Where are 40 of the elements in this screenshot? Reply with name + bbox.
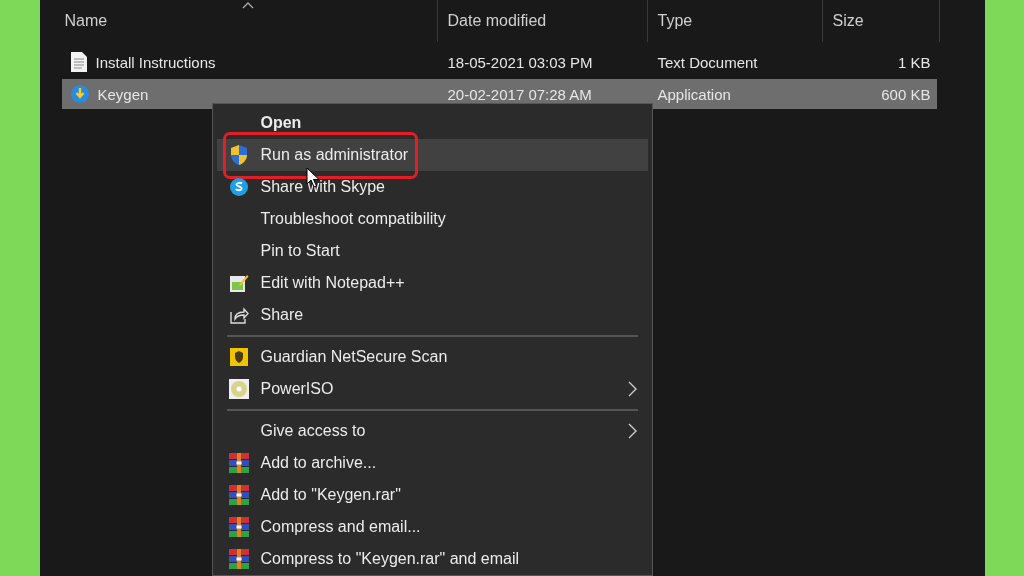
menu-item[interactable]: Give access to	[216, 415, 648, 447]
menu-item[interactable]: Share	[216, 299, 648, 331]
file-size: 600 KB	[881, 85, 931, 103]
document-icon	[69, 51, 88, 73]
file-type: Application	[657, 85, 731, 103]
menu-item[interactable]: PowerISO	[216, 373, 648, 405]
file-date: 18-05-2021 03:03 PM	[447, 53, 593, 71]
books-icon	[227, 548, 250, 570]
menu-item[interactable]: Open	[216, 107, 648, 139]
column-header[interactable]: Date modified	[437, 0, 648, 42]
column-header[interactable]: Type	[647, 0, 823, 42]
menu-item[interactable]: Compress to "Keygen.rar" and email	[216, 543, 648, 575]
file-type: Text Document	[657, 53, 758, 71]
books-icon	[227, 516, 250, 538]
disc-icon	[227, 378, 250, 400]
books-icon	[227, 452, 250, 474]
file-name: Install Instructions	[95, 53, 216, 71]
file-row[interactable]: Keygen 20-02-2017 07:28 AM Application 600 KB	[61, 79, 937, 109]
menu-item[interactable]: Guardian NetSecure Scan	[216, 341, 648, 373]
menu-item[interactable]: Pin to Start	[216, 235, 648, 267]
menu-item[interactable]: Add to "Keygen.rar"	[216, 479, 648, 511]
skype-icon	[228, 177, 249, 197]
share-icon	[228, 305, 249, 325]
books-icon	[227, 484, 250, 506]
file-row[interactable]: Install Instructions 18-05-2021 03:03 PM Text Document 1 KB	[61, 47, 937, 77]
notepad-icon	[228, 273, 249, 293]
file-name: Keygen	[97, 85, 149, 103]
menu-item[interactable]: Troubleshoot compatibility	[216, 203, 648, 235]
menu-item[interactable]: Run as administrator	[216, 139, 648, 171]
menu-item[interactable]: Compress and email...	[216, 511, 648, 543]
file-size: 1 KB	[897, 53, 931, 71]
file-date: 20-02-2017 07:28 AM	[447, 85, 592, 103]
menu-item[interactable]: Share with Skype	[216, 171, 648, 203]
menu-item[interactable]: Add to archive...	[216, 447, 648, 479]
globe-download-icon	[69, 84, 90, 104]
menu-item[interactable]: Edit with Notepad++	[216, 267, 648, 299]
column-header[interactable]: Size	[822, 0, 940, 42]
shield-icon	[228, 144, 249, 166]
column-header[interactable]: Name	[39, 0, 438, 42]
shield-badge-icon	[228, 347, 249, 367]
